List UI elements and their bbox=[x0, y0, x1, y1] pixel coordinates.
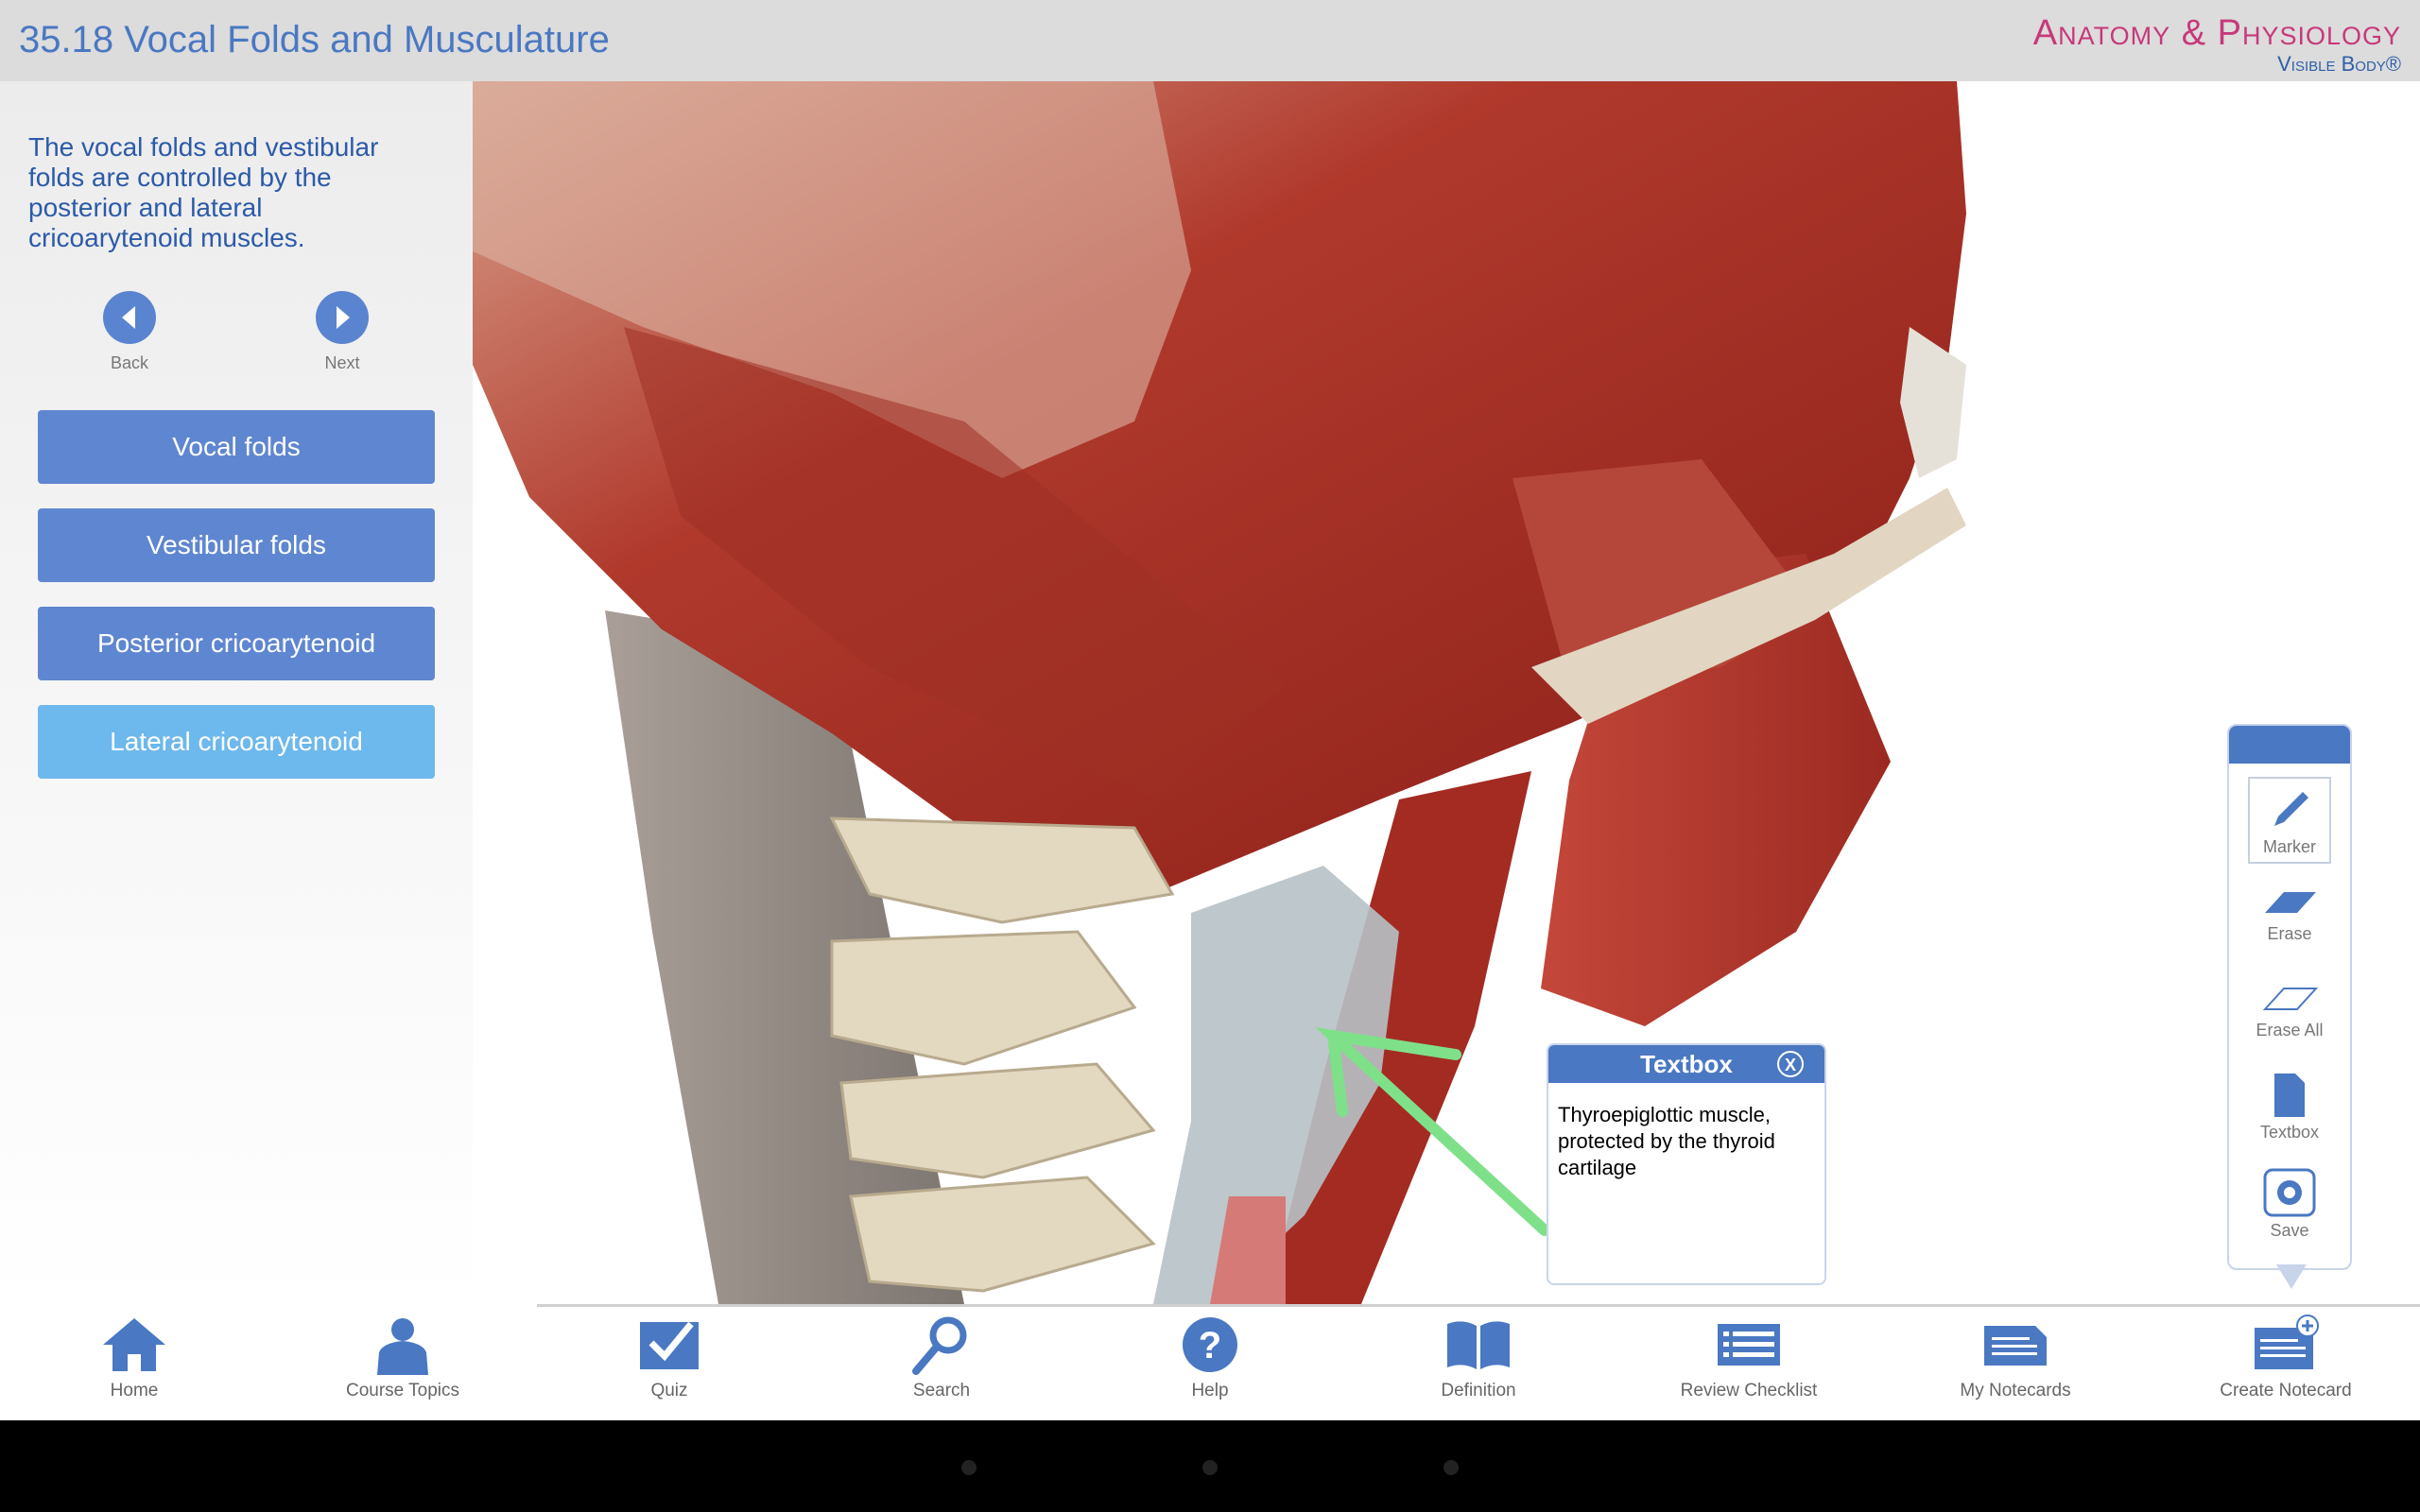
document-icon bbox=[2274, 1074, 2305, 1117]
back-label: Back bbox=[110, 353, 149, 372]
textbox-tool[interactable]: Textbox bbox=[2248, 1066, 2331, 1153]
marker-tool[interactable]: Marker bbox=[2248, 777, 2331, 864]
quiz-button[interactable]: Quiz bbox=[575, 1314, 764, 1401]
textbox-popup[interactable]: Textbox X Thyroepiglottic muscle, protec… bbox=[1547, 1043, 1826, 1285]
system-navigation-bar bbox=[0, 1420, 2420, 1512]
create-notecard-label: Create Notecard bbox=[2220, 1381, 2352, 1400]
home-nav-icon[interactable] bbox=[1202, 1460, 1218, 1475]
topic-button-vestibular-folds[interactable]: Vestibular folds bbox=[38, 508, 435, 582]
sidebar: The vocal folds and vestibular folds are… bbox=[0, 81, 473, 1306]
my-notecards-label: My Notecards bbox=[1960, 1381, 2071, 1400]
marker-icon bbox=[2274, 792, 2308, 826]
book-icon bbox=[1447, 1321, 1510, 1369]
erase-all-tool[interactable]: Erase All bbox=[2248, 970, 2331, 1057]
textbox-close-button[interactable]: X bbox=[1777, 1051, 1804, 1077]
home-icon bbox=[103, 1318, 165, 1371]
topic-button-lateral-cricoarytenoid[interactable]: Lateral cricoarytenoid bbox=[38, 705, 435, 779]
next-arrow-icon bbox=[316, 291, 369, 344]
add-notecard-icon bbox=[2255, 1314, 2319, 1369]
save-icon bbox=[2263, 1168, 2316, 1217]
definition-button[interactable]: Definition bbox=[1384, 1314, 1573, 1401]
home-button[interactable]: Home bbox=[40, 1314, 229, 1401]
textbox-content[interactable]: Thyroepiglottic muscle, protected by the… bbox=[1548, 1083, 1824, 1200]
definition-label: Definition bbox=[1441, 1381, 1516, 1400]
help-label: Help bbox=[1191, 1381, 1229, 1400]
help-icon: ? bbox=[1183, 1317, 1237, 1372]
notecards-icon bbox=[1984, 1326, 2047, 1366]
home-label: Home bbox=[110, 1381, 159, 1400]
save-label: Save bbox=[2270, 1221, 2309, 1240]
erase-tool[interactable]: Erase bbox=[2248, 873, 2331, 960]
eraser-icon bbox=[2265, 892, 2316, 913]
topic-button-posterior-cricoarytenoid[interactable]: Posterior cricoarytenoid bbox=[38, 607, 435, 680]
tool-panel-handle[interactable] bbox=[2229, 726, 2350, 764]
brand-logo: Anatomy & Physiology Visible Body® bbox=[2033, 13, 2401, 77]
search-label: Search bbox=[912, 1381, 971, 1400]
person-icon bbox=[377, 1318, 428, 1375]
course-topics-label: Course Topics bbox=[345, 1381, 460, 1400]
brand-name: Anatomy & Physiology bbox=[2032, 13, 2401, 53]
quiz-label: Quiz bbox=[650, 1381, 688, 1400]
review-checklist-label: Review Checklist bbox=[1680, 1381, 1818, 1400]
my-notecards-button[interactable]: My Notecards bbox=[1921, 1314, 2110, 1401]
search-button[interactable]: Search bbox=[847, 1314, 1036, 1401]
drawing-tool-panel: Marker Erase Erase All Textbox Save bbox=[2227, 724, 2352, 1270]
search-icon bbox=[912, 1316, 967, 1375]
help-button[interactable]: ? Help bbox=[1115, 1314, 1305, 1401]
erase-all-label: Erase All bbox=[2256, 1021, 2324, 1040]
anatomy-3d-viewport[interactable] bbox=[473, 81, 2420, 1304]
textbox-header: Textbox X bbox=[1548, 1045, 1824, 1083]
tool-panel-pointer bbox=[2276, 1264, 2307, 1289]
next-button[interactable]: Next bbox=[285, 291, 399, 373]
course-topics-button[interactable]: Course Topics bbox=[308, 1314, 497, 1401]
recents-nav-icon[interactable] bbox=[1443, 1460, 1459, 1475]
next-label: Next bbox=[324, 353, 360, 372]
header-bar: 35.18 Vocal Folds and Musculature Anatom… bbox=[0, 0, 2420, 81]
marker-label: Marker bbox=[2262, 837, 2316, 856]
textbox-title: Textbox bbox=[1640, 1050, 1733, 1078]
brand-subname: Visible Body® bbox=[2277, 52, 2401, 76]
create-notecard-button[interactable]: Create Notecard bbox=[2191, 1314, 2380, 1401]
checklist-icon bbox=[1718, 1324, 1780, 1366]
topic-button-vocal-folds[interactable]: Vocal folds bbox=[38, 410, 435, 484]
erase-label: Erase bbox=[2267, 924, 2312, 943]
review-checklist-button[interactable]: Review Checklist bbox=[1654, 1314, 1843, 1401]
back-arrow-icon bbox=[103, 291, 156, 344]
checkbox-icon bbox=[640, 1321, 699, 1369]
svg-text:?: ? bbox=[1199, 1325, 1221, 1366]
eraser-outline-icon bbox=[2262, 988, 2318, 1010]
bottom-toolbar: Home Course Topics Quiz Search ? Help De… bbox=[0, 1307, 2420, 1420]
textbox-tool-label: Textbox bbox=[2259, 1123, 2320, 1142]
back-nav-icon[interactable] bbox=[961, 1460, 977, 1475]
back-button[interactable]: Back bbox=[73, 291, 186, 373]
save-tool[interactable]: Save bbox=[2248, 1162, 2331, 1249]
anatomy-model-illustration bbox=[473, 81, 1966, 1304]
intro-text: The vocal folds and vestibular folds are… bbox=[28, 132, 379, 252]
page-title: 35.18 Vocal Folds and Musculature bbox=[19, 19, 610, 60]
